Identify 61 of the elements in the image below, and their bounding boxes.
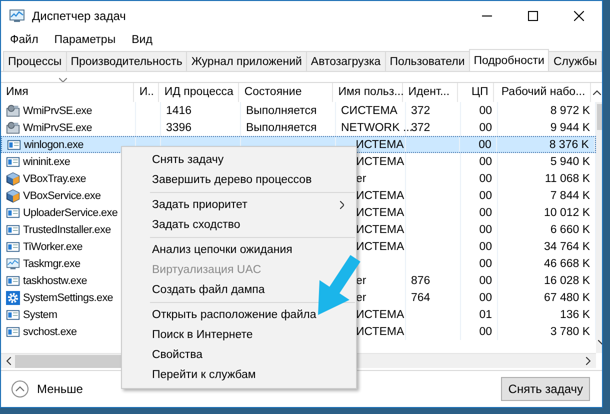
process-name: TiWorker.exe (23, 240, 82, 252)
process-name: taskhostw.exe (23, 274, 87, 286)
table-cell: 00 (479, 274, 492, 286)
table-cell: 00 (479, 326, 492, 338)
table-cell: 67 480 K (544, 292, 590, 304)
table-cell: 9 944 K (550, 122, 590, 134)
table-cell: ИСТЕМА (356, 156, 404, 168)
process-name: WmiPrvSE.exe (23, 104, 92, 116)
table-cell: 00 (479, 156, 492, 168)
table-cell: 876 (411, 274, 430, 286)
table-cell: 136 K (560, 308, 590, 320)
table-cell: 372 (411, 122, 430, 134)
table-cell: 7 844 K (550, 190, 590, 202)
table-cell: 16 028 K (544, 274, 590, 286)
table-cell: NETWORK ... (341, 122, 413, 134)
table-cell: ИСТЕМА (356, 240, 404, 252)
table-cell: 01 (479, 308, 492, 320)
table-cell: ИСТЕМА (356, 224, 404, 236)
process-name: VBoxService.exe (23, 190, 101, 202)
table-cell: 00 (479, 224, 492, 236)
table-cell: 00 (479, 190, 492, 202)
process-name: VBoxTray.exe (23, 172, 86, 184)
table-cell: 00 (479, 258, 492, 270)
table-cell: 00 (479, 122, 492, 134)
table-cell: 372 (411, 104, 430, 116)
table-cell: 00 (479, 172, 492, 184)
table-cell: 10 012 K (544, 206, 590, 218)
table-cell: 34 764 K (544, 240, 590, 252)
table-cell: ИСТЕМА (356, 190, 404, 202)
table-cell: 6 660 K (550, 224, 590, 236)
table-cell: 00 (479, 240, 492, 252)
process-name: WmiPrvSE.exe (23, 122, 92, 134)
process-name: Taskmgr.exe (23, 258, 80, 270)
table-cell: 764 (411, 292, 430, 304)
process-name: SystemSettings.exe (23, 292, 114, 304)
table-cell: ИСТЕМА (356, 308, 404, 320)
table-cell: ИСТЕМА (356, 326, 404, 338)
table-cell: Выполняется (246, 104, 317, 116)
table-cell: 00 (479, 292, 492, 304)
table-cell: 00 (479, 104, 492, 116)
table-cell: ИСТЕМА (356, 138, 404, 150)
table-cell: 8 376 K (549, 138, 589, 150)
table-cell: 00 (478, 138, 492, 150)
table-cell: Выполняется (246, 122, 317, 134)
process-name: UploaderService.exe (23, 206, 118, 218)
process-name: winlogon.exe (24, 138, 84, 150)
table-cell: 5 940 K (550, 156, 590, 168)
table-cell: 3396 (166, 122, 192, 134)
process-name: wininit.exe (23, 156, 70, 168)
table-cell: 46 668 K (544, 258, 590, 270)
table-cell: 3 780 K (550, 326, 590, 338)
table-cell: 00 (479, 206, 492, 218)
process-name: svchost.exe (23, 326, 77, 338)
table-cell: СИСТЕМА (341, 104, 398, 116)
window-title: Диспетчер задач (32, 8, 126, 22)
table-cell: 11 068 K (544, 172, 590, 184)
table-cell: 8 972 K (550, 104, 590, 116)
process-name: TrustedInstaller.exe (23, 224, 111, 236)
process-name: System (23, 308, 58, 320)
table-cell: ИСТЕМА (356, 206, 404, 218)
table-cell: 1416 (166, 104, 192, 116)
